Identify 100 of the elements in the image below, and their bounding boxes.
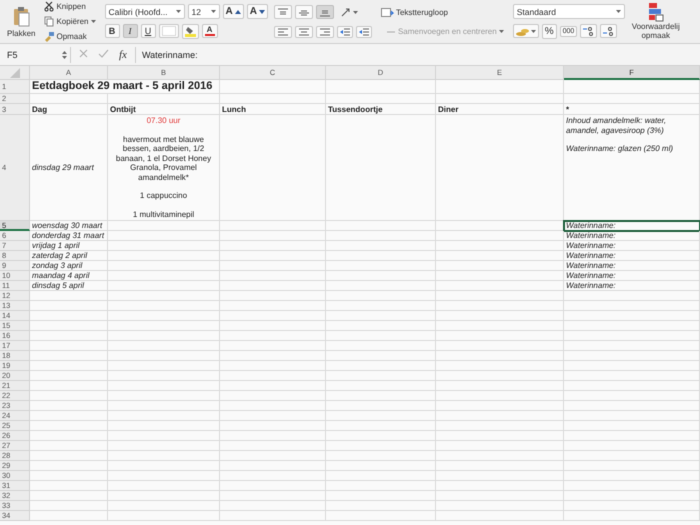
table-cell[interactable]: Inhoud amandelmelk: water, amandel, agavesiroop (3%) Waterinname: glazen (250 ml) (564, 115, 700, 221)
table-cell[interactable] (326, 261, 436, 271)
table-cell[interactable] (436, 341, 564, 351)
table-cell[interactable] (30, 361, 108, 371)
italic-button[interactable]: I (122, 24, 138, 38)
table-cell[interactable] (326, 231, 436, 241)
table-cell[interactable] (220, 381, 326, 391)
table-cell[interactable] (564, 451, 700, 461)
table-cell[interactable] (326, 271, 436, 281)
table-cell[interactable] (564, 471, 700, 481)
table-cell[interactable] (108, 291, 220, 301)
table-cell[interactable] (108, 241, 220, 251)
table-cell[interactable] (220, 511, 326, 521)
font-size-dropdown[interactable]: 12 (188, 4, 220, 20)
table-cell[interactable] (220, 351, 326, 361)
table-cell[interactable]: Waterinname: (564, 241, 700, 251)
table-cell[interactable]: vrijdag 1 april (30, 241, 108, 251)
table-cell[interactable] (30, 311, 108, 321)
table-cell[interactable] (30, 471, 108, 481)
align-center-button[interactable] (294, 26, 313, 38)
table-cell[interactable] (108, 461, 220, 471)
font-dropdown[interactable]: Calibri (Hoofd... (104, 4, 184, 20)
table-cell[interactable] (108, 511, 220, 521)
table-cell[interactable] (220, 481, 326, 491)
table-cell[interactable] (220, 291, 326, 301)
table-cell[interactable] (564, 351, 700, 361)
table-cell[interactable] (564, 331, 700, 341)
table-cell[interactable] (108, 231, 220, 241)
table-cell[interactable] (220, 231, 326, 241)
table-cell[interactable] (30, 291, 108, 301)
table-cell[interactable] (30, 481, 108, 491)
table-cell[interactable] (108, 501, 220, 511)
table-cell[interactable] (436, 80, 564, 94)
table-cell[interactable]: * (564, 104, 700, 115)
table-cell[interactable] (108, 441, 220, 451)
table-cell[interactable] (564, 441, 700, 451)
table-cell[interactable] (564, 511, 700, 521)
table-cell[interactable]: donderdag 31 maart (30, 231, 108, 241)
table-cell[interactable] (30, 411, 108, 421)
table-cell[interactable] (108, 321, 220, 331)
table-cell[interactable]: dinsdag 5 april (30, 281, 108, 291)
table-cell[interactable] (436, 241, 564, 251)
table-cell[interactable] (220, 391, 326, 401)
increase-indent-button[interactable] (356, 26, 372, 38)
table-cell[interactable] (564, 391, 700, 401)
table-cell[interactable] (436, 321, 564, 331)
table-cell[interactable] (326, 471, 436, 481)
clipboard-button[interactable]: Kopiëren (41, 14, 98, 29)
align-left-button[interactable] (274, 26, 292, 38)
table-cell[interactable] (220, 281, 326, 291)
name-box[interactable]: F5 (4, 46, 71, 62)
table-cell[interactable] (326, 421, 436, 431)
table-cell[interactable] (108, 331, 220, 341)
table-cell[interactable] (30, 381, 108, 391)
cancel-button[interactable] (77, 49, 90, 60)
enter-button[interactable] (96, 49, 111, 60)
table-cell[interactable] (220, 341, 326, 351)
table-cell[interactable] (436, 351, 564, 361)
table-cell[interactable] (220, 241, 326, 251)
table-cell[interactable] (564, 461, 700, 471)
table-cell[interactable] (326, 331, 436, 341)
formula-field[interactable]: Waterinname: (134, 46, 700, 62)
table-cell[interactable] (30, 451, 108, 461)
select-all-corner[interactable] (0, 66, 30, 80)
table-cell[interactable] (436, 231, 564, 241)
table-cell[interactable] (564, 381, 700, 391)
table-cell[interactable] (564, 94, 700, 104)
table-cell[interactable] (564, 431, 700, 441)
table-cell[interactable]: Tussendoortje (326, 104, 436, 115)
table-cell[interactable]: 07.30 uur havermout met blauwe bessen, aardbeien, 1/2 banaan, 1 el Dorset Honey Granola, Provamel amandelmelk* 1 cappuccino 1 multivitaminepil (108, 115, 220, 221)
table-cell[interactable] (326, 401, 436, 411)
table-cell[interactable] (326, 80, 436, 94)
table-cell[interactable] (108, 341, 220, 351)
table-cell[interactable]: Ontbijt (108, 104, 220, 115)
table-cell[interactable] (564, 321, 700, 331)
table-cell[interactable] (220, 311, 326, 321)
table-cell[interactable] (108, 221, 220, 231)
table-cell[interactable]: Waterinname: (564, 251, 700, 261)
table-cell[interactable] (564, 361, 700, 371)
table-cell[interactable] (108, 401, 220, 411)
paste-button[interactable]: Plakken (4, 2, 38, 42)
table-cell[interactable] (326, 371, 436, 381)
table-cell[interactable] (436, 451, 564, 461)
table-cell[interactable] (564, 301, 700, 311)
align-right-button[interactable] (316, 26, 334, 38)
table-cell[interactable] (436, 381, 564, 391)
table-cell[interactable] (326, 241, 436, 251)
table-cell[interactable] (108, 281, 220, 291)
table-cell[interactable] (564, 291, 700, 301)
table-cell[interactable]: Waterinname: (564, 261, 700, 271)
table-cell[interactable] (326, 441, 436, 451)
insert-function-button[interactable]: fx (117, 48, 129, 60)
table-cell[interactable]: Waterinname: (564, 231, 700, 241)
table-cell[interactable] (436, 431, 564, 441)
table-cell[interactable] (326, 301, 436, 311)
table-cell[interactable] (108, 481, 220, 491)
bold-button[interactable]: B (104, 24, 120, 38)
table-cell[interactable] (220, 331, 326, 341)
table-cell[interactable] (564, 341, 700, 351)
table-cell[interactable] (220, 94, 326, 104)
